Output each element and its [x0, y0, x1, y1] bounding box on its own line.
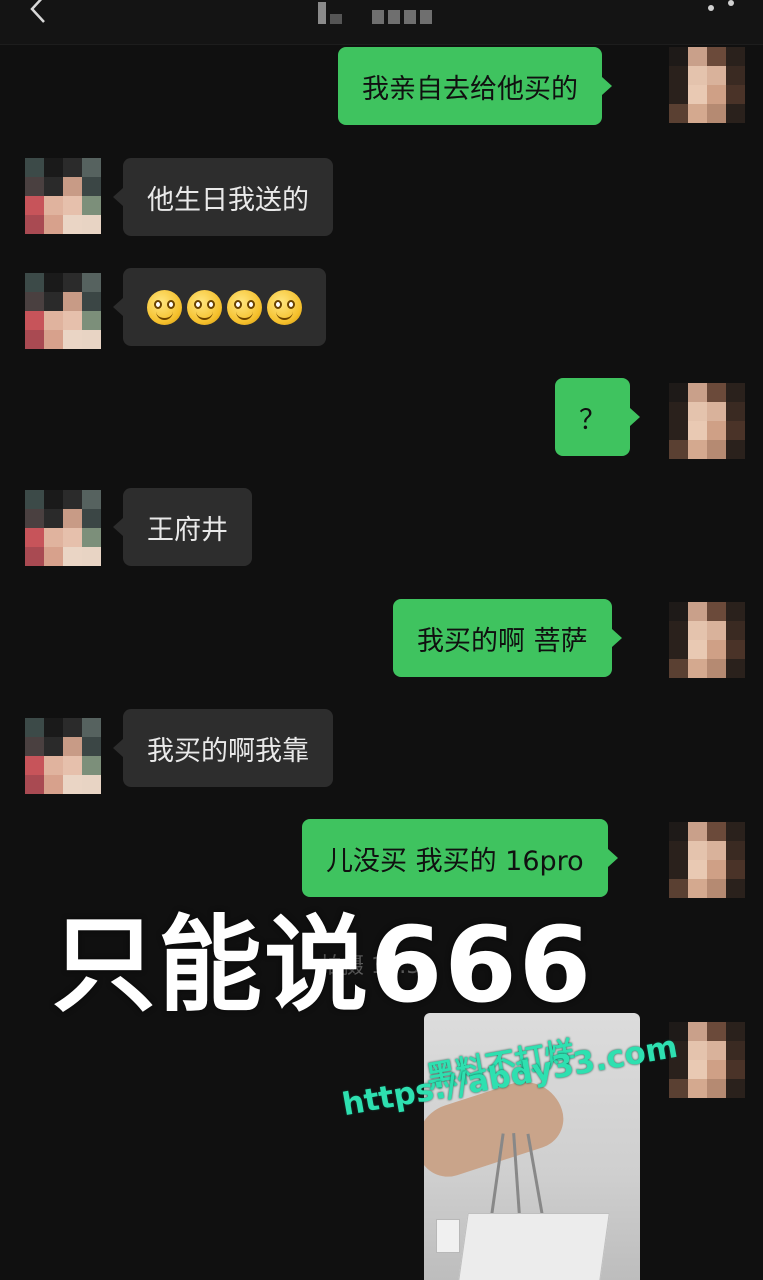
smiling-face-icon	[267, 289, 302, 325]
my-avatar[interactable]	[669, 47, 745, 123]
smiling-face-icon	[147, 289, 182, 325]
chat-header	[0, 0, 763, 45]
message-bubble-sent[interactable]: ？	[555, 378, 640, 456]
message-text: ？	[579, 404, 606, 436]
smiling-face-icon	[227, 289, 262, 325]
message-bubble-sent[interactable]: 我买的啊 菩萨	[393, 599, 622, 677]
my-avatar[interactable]	[669, 822, 745, 898]
wall-switch	[436, 1219, 460, 1253]
more-dots-icon[interactable]	[708, 5, 714, 11]
message-text: 我买的啊我靠	[147, 735, 309, 767]
my-avatar[interactable]	[669, 383, 745, 459]
contact-avatar[interactable]	[25, 158, 101, 234]
chat-title-obscured	[318, 2, 432, 24]
message-text: 我亲自去给他买的	[362, 73, 578, 105]
overlay-caption: 只能说666	[52, 904, 594, 1026]
contact-avatar[interactable]	[25, 490, 101, 566]
my-avatar[interactable]	[669, 1022, 745, 1098]
message-bubble-received[interactable]: 他生日我送的	[113, 158, 333, 236]
contact-avatar[interactable]	[25, 718, 101, 794]
contact-avatar[interactable]	[25, 273, 101, 349]
message-bubble-sent[interactable]: 我亲自去给他买的	[338, 47, 612, 125]
message-bubble-received[interactable]: 我买的啊我靠	[113, 709, 333, 787]
my-avatar[interactable]	[669, 602, 745, 678]
chevron-left-icon[interactable]	[28, 0, 50, 24]
gift-bag	[456, 1213, 610, 1280]
message-text: 他生日我送的	[147, 184, 309, 216]
more-dots-icon-part	[728, 0, 734, 6]
message-bubble-received-emoji[interactable]	[113, 268, 326, 346]
smiling-face-icon	[187, 289, 222, 325]
message-text: 儿没买 我买的 16pro	[326, 845, 584, 877]
message-text: 王府井	[147, 514, 228, 546]
message-text: 我买的啊 菩萨	[417, 625, 588, 657]
message-bubble-received[interactable]: 王府井	[113, 488, 252, 566]
